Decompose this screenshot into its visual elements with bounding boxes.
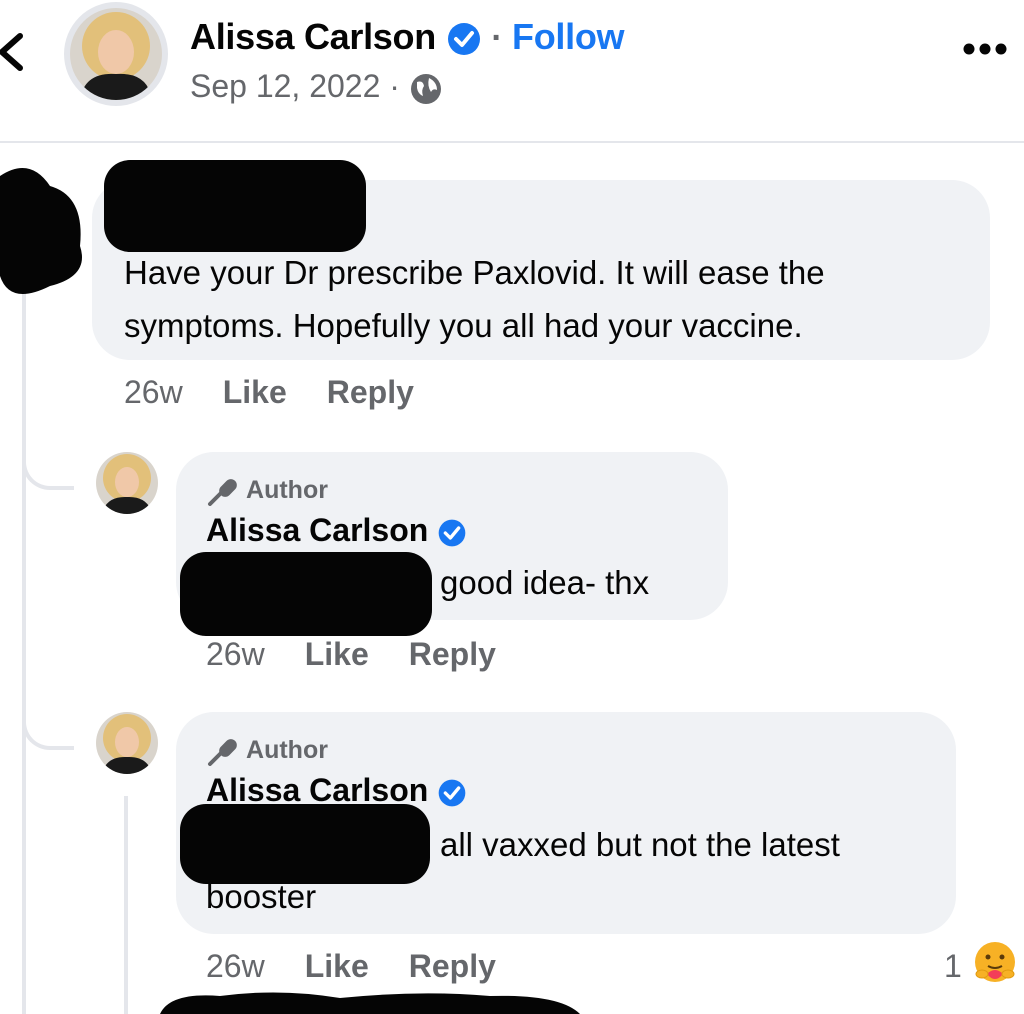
microphone-icon (208, 479, 237, 507)
microphone-icon (208, 739, 237, 767)
thread-connector (22, 716, 74, 750)
profile-photo (70, 8, 162, 100)
reply-actions: 26w Like Reply (206, 636, 536, 673)
reply-author-name[interactable]: Alissa Carlson (206, 512, 428, 548)
reply-button[interactable]: Reply (409, 948, 496, 984)
reply-author-name-line: Alissa Carlson (206, 512, 467, 549)
verified-badge-icon (447, 23, 480, 56)
more-options-icon[interactable] (962, 42, 1008, 56)
reply-avatar[interactable] (96, 712, 158, 774)
poster-name[interactable]: Alissa Carlson (190, 16, 436, 57)
reply-text: good idea- thx (440, 564, 650, 601)
reaction-count[interactable]: 1 (944, 948, 962, 985)
reply-button[interactable]: Reply (409, 636, 496, 672)
author-badge: Author (206, 476, 328, 507)
like-button[interactable]: Like (305, 636, 369, 672)
author-badge: Author (206, 736, 328, 767)
post-date-line: Sep 12, 2022 · (190, 68, 443, 106)
like-button[interactable]: Like (223, 374, 287, 410)
reply-text-line-1: all vaxxed but not the latest (440, 826, 840, 863)
post-header-title: Alissa Carlson · Follow (190, 16, 625, 58)
author-badge-label: Author (246, 476, 328, 504)
profile-photo (96, 712, 158, 774)
care-emoji-icon[interactable] (972, 940, 1018, 986)
comment-actions: 26w Like Reply (124, 374, 454, 411)
reply-button[interactable]: Reply (327, 374, 414, 410)
post-date[interactable]: Sep 12, 2022 · (190, 68, 400, 104)
header-divider (0, 141, 1024, 143)
separator-dot: · (491, 19, 503, 57)
reply-author-name[interactable]: Alissa Carlson (206, 772, 428, 808)
profile-photo (96, 452, 158, 514)
reply-timestamp[interactable]: 26w (206, 636, 265, 672)
globe-icon (410, 73, 441, 104)
author-badge-label: Author (246, 736, 328, 764)
reply-avatar[interactable] (96, 452, 158, 514)
follow-button[interactable]: Follow (512, 16, 624, 57)
reply-actions: 26w Like Reply (206, 948, 536, 985)
reply-timestamp[interactable]: 26w (206, 948, 265, 984)
reply-text-line-2: booster (206, 878, 317, 915)
back-arrow-icon[interactable] (0, 30, 36, 74)
redacted-next-comment (160, 992, 580, 1014)
verified-badge-icon (438, 779, 466, 806)
comment-text: Have your Dr prescribe Paxlovid. It will… (124, 254, 825, 344)
thread-line (22, 280, 26, 1014)
like-button[interactable]: Like (305, 948, 369, 984)
comment-timestamp[interactable]: 26w (124, 374, 183, 410)
thread-connector (22, 456, 74, 490)
poster-avatar[interactable] (64, 2, 168, 106)
redacted-name (104, 160, 366, 252)
redacted-avatar (0, 168, 82, 294)
reply-thread-line (124, 796, 128, 1014)
redacted-text (180, 552, 432, 636)
verified-badge-icon (438, 519, 466, 546)
